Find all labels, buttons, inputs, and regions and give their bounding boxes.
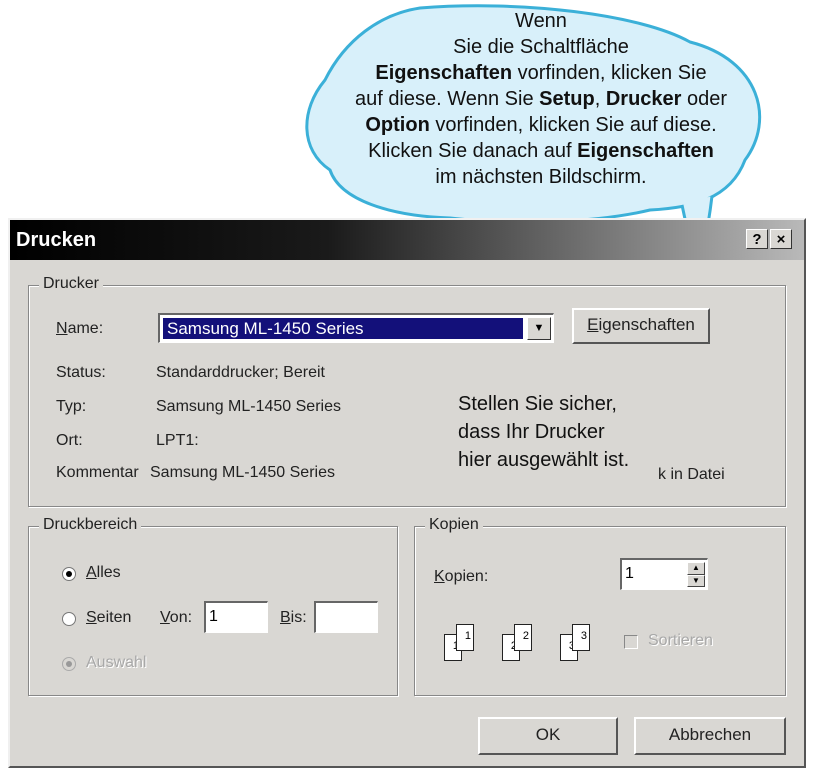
status-value: Standarddrucker; Bereit: [156, 364, 325, 381]
radio-all[interactable]: [62, 567, 76, 581]
callout-top-text: Wenn Sie die Schaltfläche Eigenschaften …: [354, 10, 728, 188]
location-label: Ort:: [56, 432, 83, 449]
radio-all-label[interactable]: Alles: [86, 564, 121, 582]
printer-name-combobox[interactable]: Samsung ML-1450 Series ▼: [158, 313, 554, 343]
copies-spinner[interactable]: ▲ ▼: [687, 562, 705, 587]
radio-selection[interactable]: [62, 657, 76, 671]
page-icon: 3: [572, 624, 590, 651]
copies-group: Kopien: [414, 516, 786, 696]
copies-input[interactable]: 1 ▲ ▼: [620, 558, 708, 590]
ok-button[interactable]: OK: [478, 717, 618, 755]
properties-button[interactable]: Eigenschaften: [572, 308, 710, 344]
collate-label[interactable]: Sortieren: [648, 632, 713, 650]
radio-pages[interactable]: [62, 612, 76, 626]
page-icon: 2: [514, 624, 532, 651]
to-label: Bis:: [280, 609, 307, 626]
from-label: Von:: [160, 609, 193, 626]
copies-legend: Kopien: [425, 516, 483, 534]
type-value: Samsung ML-1450 Series: [156, 398, 341, 415]
comment-value: Samsung ML-1450 Series: [150, 464, 335, 481]
print-range-legend: Druckbereich: [39, 516, 142, 534]
copies-value: 1: [625, 565, 634, 582]
spin-down-icon[interactable]: ▼: [687, 574, 705, 587]
copies-label: Kopien:: [434, 568, 489, 585]
status-label: Status:: [56, 364, 106, 381]
collate-checkbox[interactable]: [624, 635, 638, 649]
printer-group-legend: Drucker: [39, 275, 104, 293]
chevron-down-icon[interactable]: ▼: [527, 317, 551, 340]
printer-name-value: Samsung ML-1450 Series: [163, 318, 523, 339]
cancel-button[interactable]: Abbrechen: [634, 717, 786, 755]
page-icon: 1: [456, 624, 474, 651]
dialog-title: Drucken: [16, 229, 97, 251]
location-value: LPT1:: [156, 432, 199, 449]
callout-mid-text: Stellen Sie sicher, dass Ihr Drucker hie…: [458, 393, 630, 471]
title-bar[interactable]: Drucken ? ×: [10, 220, 804, 260]
close-button[interactable]: ×: [770, 229, 792, 249]
type-label: Typ:: [56, 398, 87, 415]
spin-up-icon[interactable]: ▲: [687, 562, 705, 575]
name-label: Name:: [56, 320, 104, 337]
comment-label: Kommentar: [56, 464, 139, 481]
from-page-input[interactable]: 1: [204, 601, 268, 633]
radio-pages-label[interactable]: Seiten: [86, 609, 131, 627]
print-dialog: Drucken ? × Drucker Name: Samsung ML-145…: [8, 218, 806, 768]
to-page-input[interactable]: [314, 601, 378, 633]
radio-selection-label[interactable]: Auswahl: [86, 654, 146, 672]
help-button[interactable]: ?: [746, 229, 768, 249]
